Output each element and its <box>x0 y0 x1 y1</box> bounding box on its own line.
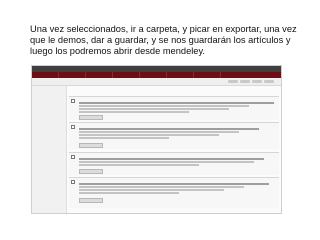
select-checkbox[interactable] <box>71 99 75 103</box>
add-to-folder-button[interactable] <box>79 198 103 203</box>
result-text <box>79 189 224 191</box>
result-text <box>79 183 269 185</box>
toolbar-button[interactable] <box>240 80 250 83</box>
slide-caption: Una vez seleccionados, ir a carpeta, y p… <box>30 24 297 56</box>
embedded-screenshot <box>31 65 282 214</box>
folder-button[interactable] <box>252 80 262 83</box>
result-text <box>79 164 199 166</box>
result-text <box>79 134 219 136</box>
result-text <box>79 131 239 133</box>
results-panel <box>67 86 281 213</box>
result-text <box>79 137 169 139</box>
result-text <box>79 108 229 110</box>
result-text <box>79 192 179 194</box>
export-button[interactable] <box>264 80 274 83</box>
result-item <box>69 122 279 149</box>
select-checkbox[interactable] <box>71 155 75 159</box>
add-to-folder-button[interactable] <box>79 169 103 174</box>
sidebar <box>32 86 67 213</box>
result-item <box>69 152 279 175</box>
toolbar-button[interactable] <box>228 80 238 83</box>
add-to-folder-button[interactable] <box>79 143 103 148</box>
result-item <box>69 177 279 208</box>
select-checkbox[interactable] <box>71 180 75 184</box>
result-item <box>69 96 279 120</box>
result-text <box>79 128 259 130</box>
result-text <box>79 102 274 104</box>
select-checkbox[interactable] <box>71 125 75 129</box>
result-text <box>79 158 264 160</box>
breadcrumb-bar <box>32 78 281 86</box>
result-text <box>79 161 254 163</box>
result-text <box>79 111 189 113</box>
add-to-folder-button[interactable] <box>79 115 103 120</box>
result-text <box>79 186 244 188</box>
result-text <box>79 105 249 107</box>
